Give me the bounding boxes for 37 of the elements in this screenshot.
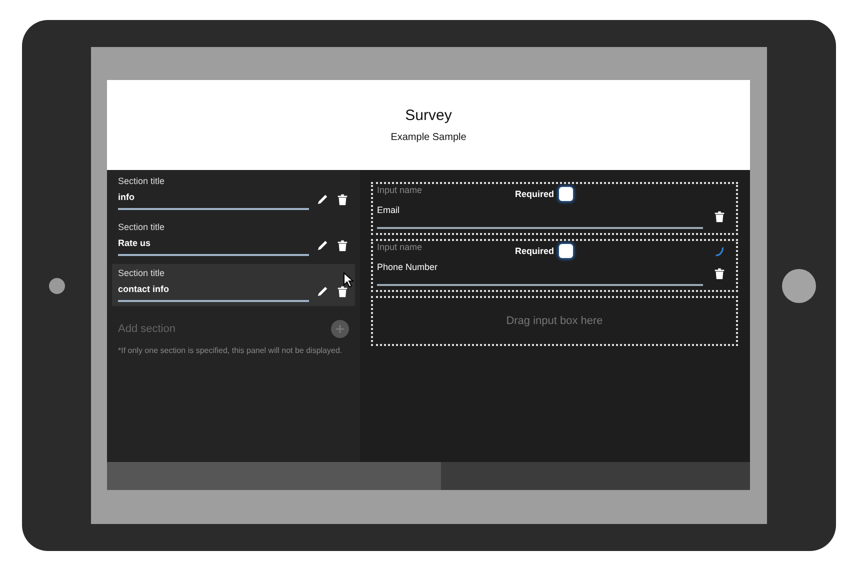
section-title-field[interactable]: Rate us bbox=[118, 235, 309, 256]
section-item[interactable]: Section title contact info bbox=[112, 264, 355, 306]
input-box[interactable]: Input name Required Phone Number bbox=[371, 239, 738, 292]
section-title-field[interactable]: contact info bbox=[118, 281, 309, 302]
pencil-icon[interactable] bbox=[316, 239, 329, 252]
required-label: Required bbox=[515, 246, 554, 256]
field-label: Input name bbox=[377, 185, 424, 195]
home-button[interactable] bbox=[782, 268, 816, 302]
section-item[interactable]: Section title Rate us bbox=[112, 222, 355, 260]
trash-icon[interactable] bbox=[336, 193, 349, 206]
add-section-button[interactable] bbox=[331, 320, 349, 338]
trash-icon[interactable] bbox=[336, 239, 349, 252]
required-checkbox[interactable] bbox=[559, 244, 574, 258]
drop-zone[interactable]: Drag input box here bbox=[371, 296, 738, 346]
cursor-icon bbox=[343, 272, 355, 288]
pencil-icon[interactable] bbox=[316, 193, 329, 206]
required-checkbox[interactable] bbox=[559, 187, 574, 201]
trash-icon[interactable] bbox=[336, 285, 349, 298]
input-name-field[interactable]: Phone Number bbox=[377, 260, 703, 286]
pencil-icon[interactable] bbox=[316, 285, 329, 298]
camera-icon bbox=[49, 278, 65, 294]
phone-icon bbox=[713, 244, 726, 258]
trash-icon[interactable] bbox=[713, 266, 726, 280]
panel-note: *If only one section is specified, this panel will not be displayed. bbox=[117, 345, 344, 357]
field-label: Section title bbox=[118, 176, 166, 186]
required-label: Required bbox=[515, 189, 554, 199]
trash-icon[interactable] bbox=[713, 210, 726, 222]
add-section-label: Add section bbox=[118, 323, 176, 335]
section-item[interactable]: Section title info bbox=[112, 176, 355, 214]
survey-subtitle: Example Sample bbox=[390, 132, 466, 143]
input-name-field[interactable]: Email bbox=[377, 203, 703, 229]
section-title-field[interactable]: info bbox=[118, 189, 309, 210]
field-label: Section title bbox=[118, 222, 166, 232]
field-label: Input name bbox=[377, 242, 424, 252]
survey-title: Survey bbox=[405, 107, 452, 124]
input-box[interactable]: Input name Required Email bbox=[371, 182, 738, 235]
field-label: Section title bbox=[118, 268, 166, 278]
